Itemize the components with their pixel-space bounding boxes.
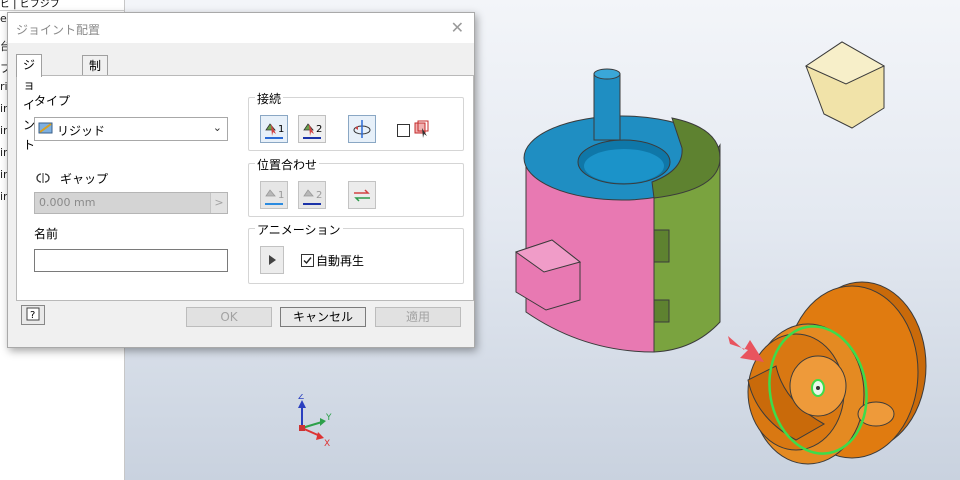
animation-caption: アニメーション: [255, 221, 343, 238]
browser-header[interactable]: ビ | ビフジフ: [0, 0, 124, 11]
pointer-arrow-icon: [728, 336, 764, 362]
rigid-joint-icon: [38, 122, 53, 134]
triad-x-label: X: [324, 439, 330, 448]
view-triad[interactable]: Z Y X: [292, 394, 342, 448]
name-input[interactable]: [34, 249, 228, 272]
dialog-titlebar[interactable]: ジョイント配置 ✕: [8, 13, 474, 43]
autoplay-checkbox[interactable]: [301, 254, 314, 267]
orange-part[interactable]: [747, 281, 927, 465]
align-btn2-text: 2: [316, 190, 322, 201]
connect-origin1-button[interactable]: 1: [260, 115, 288, 143]
close-icon[interactable]: ✕: [451, 18, 464, 37]
connect-caption: 接続: [255, 90, 284, 107]
dialog-title: ジョイント配置: [16, 23, 101, 37]
help-button[interactable]: ?: [21, 305, 45, 325]
gap-flyout-button[interactable]: >: [210, 193, 227, 213]
joint-place-dialog: ジョイント配置 ✕ ジョイント 制限 タイプ リジッド ⌄ ギャップ 0.000…: [7, 12, 475, 348]
triad-y-label: Y: [325, 413, 332, 423]
align-caption: 位置合わせ: [255, 156, 320, 173]
lock-checkbox[interactable]: [397, 124, 410, 137]
align-btn1-text: 1: [278, 190, 284, 201]
gap-icon: [36, 173, 50, 183]
type-label: タイプ: [34, 94, 71, 108]
connect-btn2-text: 2: [316, 124, 322, 135]
align-1-button[interactable]: 1: [260, 181, 288, 209]
gap-input[interactable]: 0.000 mm >: [34, 192, 228, 214]
help-icon: ?: [30, 310, 35, 321]
joint-type-dropdown[interactable]: リジッド ⌄: [34, 117, 228, 141]
connect-origin2-button[interactable]: 2: [298, 115, 326, 143]
gap-value: 0.000 mm: [39, 196, 96, 209]
gap-label: ギャップ: [60, 172, 109, 186]
apply-button[interactable]: 適用: [375, 307, 461, 327]
chevron-down-icon: ⌄: [212, 121, 222, 134]
cream-part[interactable]: [804, 41, 886, 129]
cylinder-part[interactable]: [514, 68, 721, 353]
play-button[interactable]: [260, 246, 284, 274]
cancel-button[interactable]: キャンセル: [280, 307, 366, 327]
triad-z-label: Z: [298, 394, 304, 402]
select-other-icon[interactable]: [413, 120, 431, 138]
joint-type-value: リジッド: [57, 124, 106, 138]
play-icon: [269, 255, 276, 265]
autoplay-label: 自動再生: [316, 254, 365, 268]
check-icon: [303, 257, 312, 265]
connect-btn1-text: 1: [278, 124, 284, 135]
name-label: 名前: [34, 227, 59, 241]
tab-limits[interactable]: 制限: [82, 55, 109, 93]
flip-component-button[interactable]: [348, 115, 376, 143]
align-2-button[interactable]: 2: [298, 181, 326, 209]
tab-joint[interactable]: ジョイント: [16, 54, 43, 152]
ok-button[interactable]: OK: [186, 307, 272, 327]
flip-align-button[interactable]: [348, 181, 376, 209]
